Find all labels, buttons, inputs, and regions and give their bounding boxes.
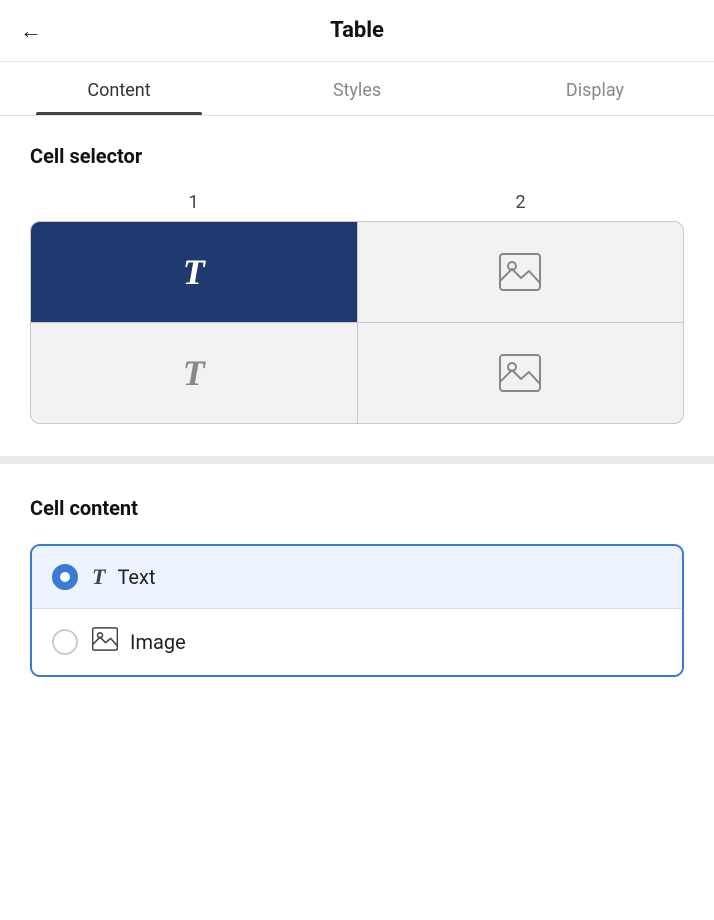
radio-image xyxy=(52,629,78,655)
cell-0-0[interactable]: T xyxy=(31,222,357,322)
content-option-image[interactable]: Image xyxy=(32,609,682,675)
text-type-icon: T xyxy=(92,564,105,590)
cell-1-0[interactable]: T xyxy=(31,323,357,423)
option-text-label: T Text xyxy=(92,564,156,590)
image-icon xyxy=(499,253,541,291)
text-icon: T xyxy=(183,251,205,293)
content-option-text[interactable]: T Text xyxy=(32,546,682,609)
page-title: Table xyxy=(330,18,384,43)
tab-bar: Content Styles Display xyxy=(0,62,714,116)
text-icon-2: T xyxy=(183,352,205,394)
column-label-2: 2 xyxy=(357,192,684,213)
cell-0-1[interactable] xyxy=(358,222,684,322)
cell-selector-title: Cell selector xyxy=(30,144,684,168)
cell-1-1[interactable] xyxy=(358,323,684,423)
cell-grid-wrapper: T T xyxy=(30,221,684,424)
column-label-1: 1 xyxy=(30,192,357,213)
column-labels: 1 2 xyxy=(30,192,684,213)
content-options: T Text Image xyxy=(30,544,684,677)
cell-content-title: Cell content xyxy=(30,496,684,520)
tab-styles[interactable]: Styles xyxy=(238,62,476,115)
image-type-icon xyxy=(92,627,118,657)
tab-display[interactable]: Display xyxy=(476,62,714,115)
main-content: Cell selector 1 2 T T xyxy=(0,116,714,705)
radio-text xyxy=(52,564,78,590)
image-icon-2 xyxy=(499,354,541,392)
header: ← Table xyxy=(0,0,714,62)
section-divider xyxy=(0,456,714,464)
option-image-label: Image xyxy=(92,627,186,657)
radio-inner-text xyxy=(60,572,70,582)
back-button[interactable]: ← xyxy=(20,20,42,42)
tab-content[interactable]: Content xyxy=(0,62,238,115)
cell-grid: T T xyxy=(31,222,683,423)
